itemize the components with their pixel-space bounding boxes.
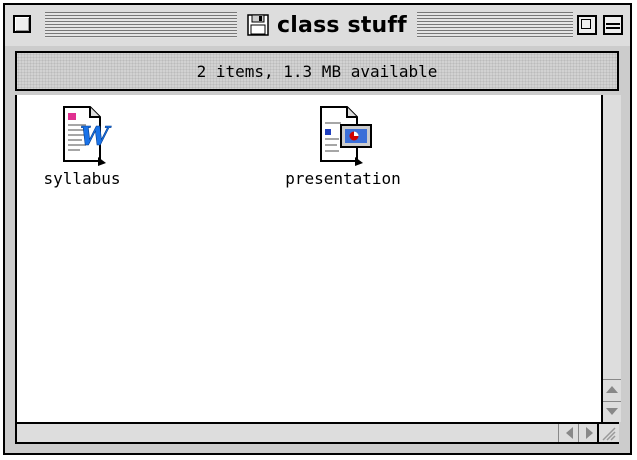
zoom-box-icon[interactable]: [577, 15, 597, 35]
title-bar-stripes-left: [45, 12, 237, 38]
resize-grip-lines: [602, 427, 616, 441]
floppy-disk-icon: [247, 14, 269, 36]
close-box-icon[interactable]: [13, 15, 31, 33]
scroll-up-arrow-icon[interactable]: [603, 379, 621, 400]
title-bar[interactable]: class stuff: [5, 5, 630, 46]
windowshade-icon[interactable]: [603, 15, 623, 35]
scroll-left-arrow-icon[interactable]: [558, 424, 579, 442]
finder-window: class stuff 2 items, 1.3 MB available W …: [3, 3, 632, 455]
file-name-syllabus: syllabus: [43, 169, 121, 188]
window-info-header: 2 items, 1.3 MB available: [15, 51, 619, 91]
scroll-right-arrow-icon[interactable]: [578, 424, 599, 442]
horizontal-scrollbar[interactable]: [15, 422, 619, 444]
file-name-presentation: presentation: [285, 169, 401, 188]
presentation-document-icon: [320, 106, 372, 166]
resize-grip-icon[interactable]: [597, 424, 619, 442]
file-item-syllabus[interactable]: W syllabus: [12, 103, 152, 188]
window-title: class stuff: [277, 12, 407, 38]
scroll-down-arrow-icon[interactable]: [603, 401, 621, 422]
file-item-presentation[interactable]: presentation: [273, 103, 413, 188]
title-bar-stripes-right: [417, 12, 573, 38]
window-title-group: class stuff: [241, 9, 413, 41]
items-available-label: 2 items, 1.3 MB available: [196, 61, 438, 81]
file-view-area[interactable]: W syllabus presentation: [15, 95, 603, 422]
vertical-scrollbar[interactable]: [601, 95, 621, 422]
word-document-icon: W: [63, 106, 112, 166]
svg-text:W: W: [80, 122, 112, 152]
